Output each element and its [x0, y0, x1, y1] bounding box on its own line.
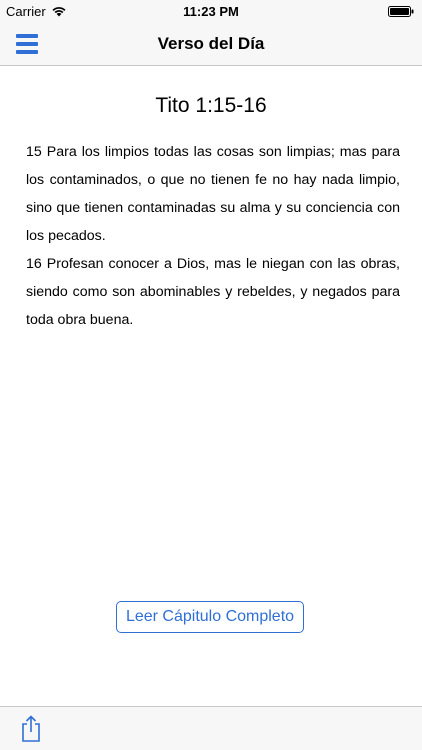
share-icon [22, 715, 40, 742]
share-button[interactable] [18, 713, 44, 745]
status-time: 11:23 PM [183, 4, 239, 19]
verse-text: 15 Para los limpios todas las cosas son … [26, 138, 400, 334]
verse-paragraph: 16 Profesan conocer a Dios, mas le niega… [26, 256, 400, 328]
verse-paragraph: 15 Para los limpios todas las cosas son … [26, 144, 400, 244]
page-title: Verso del Día [157, 34, 265, 53]
screen: Carrier 11:23 PM Verso del Día Tito 1:15… [0, 0, 422, 750]
verse-reference: Tito 1:15-16 [155, 94, 267, 117]
status-bar: Carrier 11:23 PM [0, 0, 422, 22]
navigation-bar: Verso del Día [0, 22, 422, 66]
read-full-chapter-button[interactable]: Leer Cápitulo Completo [116, 601, 304, 633]
battery-icon [388, 6, 414, 17]
bottom-toolbar [0, 706, 422, 750]
